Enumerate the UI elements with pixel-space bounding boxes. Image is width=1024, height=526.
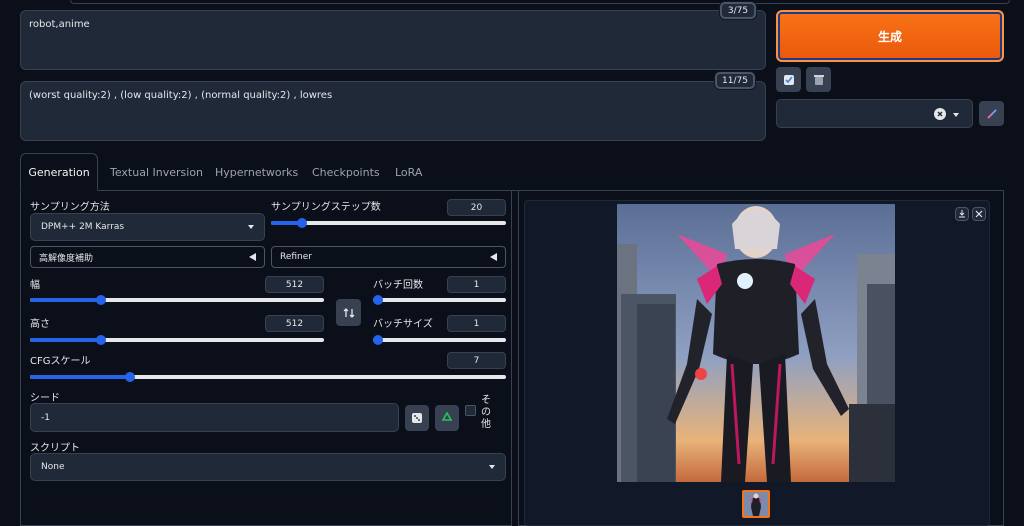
close-image-button[interactable] — [972, 207, 986, 221]
hires-fix-accordion[interactable]: 高解像度補助 — [30, 246, 265, 268]
slider-handle[interactable] — [95, 295, 106, 305]
script-label: スクリプト — [30, 443, 80, 454]
tab-label: LoRA — [395, 165, 423, 179]
height-input[interactable]: 512 — [265, 315, 324, 332]
batch-size-label: バッチサイズ — [373, 319, 433, 330]
slider-handle[interactable] — [373, 335, 383, 345]
styles-dropdown[interactable] — [776, 99, 973, 128]
seed-value: -1 — [41, 412, 50, 423]
download-button[interactable] — [955, 207, 969, 221]
steps-input[interactable]: 20 — [447, 199, 506, 216]
batch-count-slider[interactable] — [373, 295, 506, 305]
slider-handle[interactable] — [296, 218, 307, 228]
width-slider[interactable] — [30, 295, 324, 305]
steps-slider[interactable] — [271, 218, 506, 228]
tab-generation[interactable]: Generation — [20, 153, 98, 191]
refiner-accordion[interactable]: Refiner — [271, 246, 506, 268]
apply-styles-button[interactable] — [776, 67, 801, 92]
prompt-text: robot,anime — [29, 19, 90, 30]
extra-label: その他 — [481, 395, 491, 430]
generated-image[interactable] — [617, 204, 895, 482]
sampler-select[interactable]: DPM++ 2M Karras — [30, 213, 265, 241]
chevron-down-icon — [248, 225, 254, 229]
triangle-left-icon — [490, 253, 497, 261]
tab-label: Generation — [28, 165, 90, 179]
negative-prompt-textarea[interactable]: (worst quality:2) , (low quality:2) , (n… — [20, 81, 766, 141]
batch-count-input[interactable]: 1 — [447, 276, 506, 293]
cfg-input[interactable]: 7 — [447, 352, 506, 369]
triangle-left-icon — [249, 253, 256, 261]
tab-label: Textual Inversion — [110, 165, 204, 179]
width-label: 幅 — [30, 280, 40, 291]
batch-size-input[interactable]: 1 — [447, 315, 506, 332]
top-border-strip — [70, 0, 1010, 4]
tab-label: Checkpoints — [312, 165, 380, 179]
edit-styles-button[interactable] — [979, 101, 1004, 126]
chevron-down-icon — [953, 113, 959, 117]
clear-prompt-button[interactable] — [806, 67, 831, 92]
generate-button[interactable]: 生成 — [776, 10, 1004, 62]
generate-label: 生成 — [877, 29, 902, 44]
prompt-textarea[interactable]: robot,anime — [20, 10, 766, 70]
height-slider[interactable] — [30, 335, 324, 345]
cfg-label: CFGスケール — [30, 356, 91, 367]
sampler-value: DPM++ 2M Karras — [41, 222, 125, 232]
slider-fill — [30, 298, 101, 302]
script-value: None — [41, 462, 65, 472]
dice-icon — [412, 413, 422, 423]
width-input[interactable]: 512 — [265, 276, 324, 293]
slider-handle[interactable] — [373, 295, 383, 305]
brush-icon — [986, 108, 997, 119]
pencil-check-icon — [783, 74, 794, 85]
cfg-slider[interactable] — [30, 372, 506, 382]
slider-handle[interactable] — [95, 335, 106, 345]
swap-dimensions-button[interactable] — [336, 299, 361, 326]
batch-size-slider[interactable] — [373, 335, 506, 345]
sampler-label: サンプリング方法 — [30, 202, 110, 213]
tab-hypernetworks[interactable]: Hypernetworks — [203, 153, 310, 191]
robot-girl-image — [617, 204, 895, 482]
tab-textual-inversion[interactable]: Textual Inversion — [98, 153, 215, 191]
negative-prompt-token-counter: 11/75 — [715, 72, 755, 89]
extra-checkbox[interactable] — [465, 405, 476, 416]
slider-fill — [30, 375, 130, 379]
close-icon — [975, 210, 983, 218]
batch-count-label: バッチ回数 — [373, 280, 423, 291]
script-select[interactable]: None — [30, 453, 506, 481]
swap-icon — [343, 307, 354, 318]
tab-checkpoints[interactable]: Checkpoints — [300, 153, 392, 191]
chevron-down-icon — [489, 465, 495, 469]
recycle-icon — [441, 412, 453, 421]
slider-handle[interactable] — [124, 372, 135, 382]
seed-input[interactable]: -1 — [30, 403, 399, 432]
tab-lora[interactable]: LoRA — [383, 153, 434, 191]
prompt-token-counter: 3/75 — [720, 2, 756, 19]
clear-x-icon[interactable] — [934, 108, 946, 120]
thumbnail-image — [744, 492, 768, 516]
height-label: 高さ — [30, 319, 50, 330]
download-icon — [959, 210, 965, 218]
steps-label: サンプリングステップ数 — [271, 202, 381, 213]
seed-label: シード — [30, 393, 60, 404]
slider-fill — [30, 338, 101, 342]
hires-fix-label: 高解像度補助 — [39, 253, 94, 264]
tab-label: Hypernetworks — [215, 165, 299, 179]
reuse-seed-button[interactable] — [435, 405, 459, 431]
negative-prompt-text: (worst quality:2) , (low quality:2) , (n… — [29, 90, 333, 101]
gallery-thumbnail[interactable] — [742, 490, 770, 518]
refiner-label: Refiner — [280, 252, 312, 262]
trash-icon — [813, 74, 824, 85]
random-seed-button[interactable] — [405, 405, 429, 431]
